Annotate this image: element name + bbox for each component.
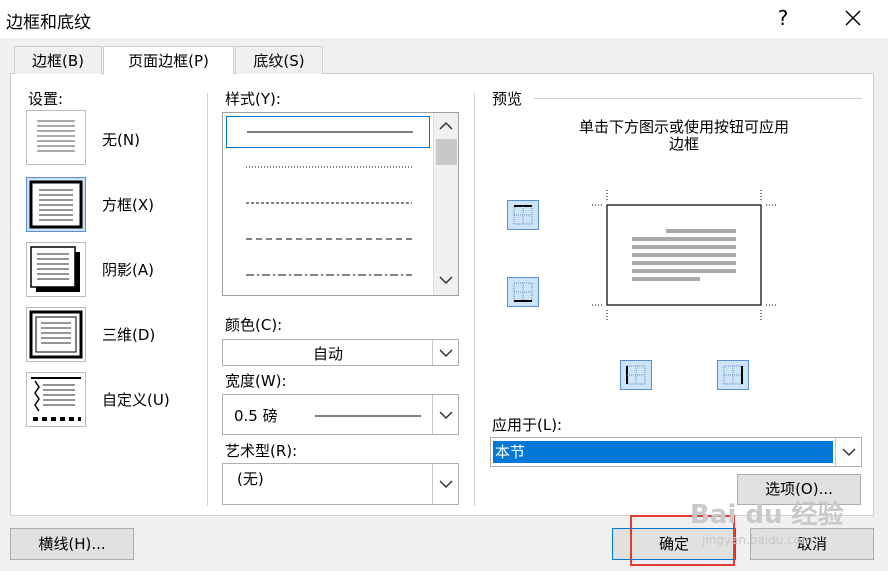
style-label: 样式(Y): [225, 90, 281, 108]
horizontal-line-button[interactable]: 横线(H)... [10, 528, 134, 560]
watermark-url: jingyan.baidu.com [702, 533, 813, 547]
chevron-down-icon [439, 349, 453, 358]
preview-page[interactable] [590, 188, 780, 322]
setting-3d-icon [29, 310, 83, 359]
tab-shading[interactable]: 底纹(S) [235, 46, 323, 74]
color-label: 颜色(C): [225, 316, 283, 334]
preview-label: 预览 [492, 90, 523, 108]
left-border-button[interactable] [620, 360, 652, 390]
watermark-logo: Bai du 经验 [690, 500, 844, 530]
setting-shadow-label[interactable]: 阴影(A) [102, 259, 154, 280]
top-border-button[interactable] [507, 200, 539, 230]
line-style-dash-dot[interactable] [226, 259, 430, 291]
apply-to-label: 应用于(L): [492, 416, 563, 434]
close-icon[interactable] [840, 4, 866, 32]
width-label: 宽度(W): [225, 372, 287, 390]
art-dropdown[interactable]: (无) [222, 463, 459, 505]
title-bar [0, 0, 888, 38]
scroll-down-icon[interactable] [439, 275, 453, 285]
width-sample-line [315, 415, 421, 417]
setting-custom-label[interactable]: 自定义(U) [102, 389, 170, 410]
bottom-border-icon [513, 282, 533, 302]
width-value: 0.5 磅 [234, 407, 278, 425]
setting-3d-swatch[interactable] [26, 307, 86, 362]
art-label: 艺术型(R): [225, 442, 298, 460]
color-dropdown-button[interactable] [432, 340, 458, 365]
style-scrollbar[interactable] [433, 113, 458, 295]
style-divider [474, 93, 475, 506]
setting-none-icon [37, 120, 75, 152]
setting-none-swatch[interactable] [26, 110, 86, 165]
tab-page-border[interactable]: 页面边框(P) [103, 46, 234, 75]
setting-shadow-swatch[interactable] [26, 242, 86, 297]
right-border-icon [723, 365, 743, 385]
scroll-thumb[interactable] [436, 139, 457, 165]
chevron-down-icon [439, 480, 453, 489]
line-style-solid[interactable] [226, 116, 430, 148]
setting-none-label[interactable]: 无(N) [102, 129, 140, 150]
preview-hint-line2: 边框 [668, 135, 699, 153]
width-dropdown[interactable]: 0.5 磅 [222, 394, 459, 435]
setting-custom-swatch[interactable] [26, 372, 86, 427]
window-title: 边框和底纹 [6, 13, 91, 33]
bottom-border-button[interactable] [507, 277, 539, 307]
preview-separator [534, 98, 862, 99]
line-style-dash[interactable] [226, 223, 430, 255]
art-value: (无) [237, 470, 264, 488]
chevron-down-icon [439, 411, 453, 420]
apply-to-dropdown-button[interactable] [835, 438, 861, 466]
chevron-down-icon [842, 448, 856, 457]
setting-custom-icon [31, 377, 81, 421]
apply-to-value: 本节 [493, 441, 833, 463]
settings-divider [207, 93, 208, 506]
scroll-up-icon[interactable] [439, 121, 453, 131]
setting-box-icon [29, 180, 83, 229]
color-dropdown[interactable]: 自动 [222, 339, 459, 366]
line-style-dotted[interactable] [226, 151, 430, 183]
settings-label: 设置: [28, 90, 64, 108]
help-icon[interactable]: ? [773, 6, 793, 30]
width-dropdown-button[interactable] [432, 395, 458, 434]
style-list[interactable] [222, 112, 459, 296]
setting-box-label[interactable]: 方框(X) [102, 194, 154, 215]
setting-shadow-icon [30, 246, 80, 292]
apply-to-dropdown[interactable]: 本节 [490, 437, 862, 467]
left-border-icon [626, 365, 646, 385]
line-style-short-dash[interactable] [226, 187, 430, 219]
top-border-icon [513, 205, 533, 225]
right-border-button[interactable] [717, 360, 749, 390]
color-value: 自动 [312, 345, 343, 363]
tab-borders[interactable]: 边框(B) [14, 46, 102, 74]
preview-page-diagram [592, 190, 778, 320]
art-dropdown-button[interactable] [432, 464, 458, 504]
setting-box-swatch[interactable] [26, 177, 86, 232]
setting-3d-label[interactable]: 三维(D) [102, 324, 155, 345]
